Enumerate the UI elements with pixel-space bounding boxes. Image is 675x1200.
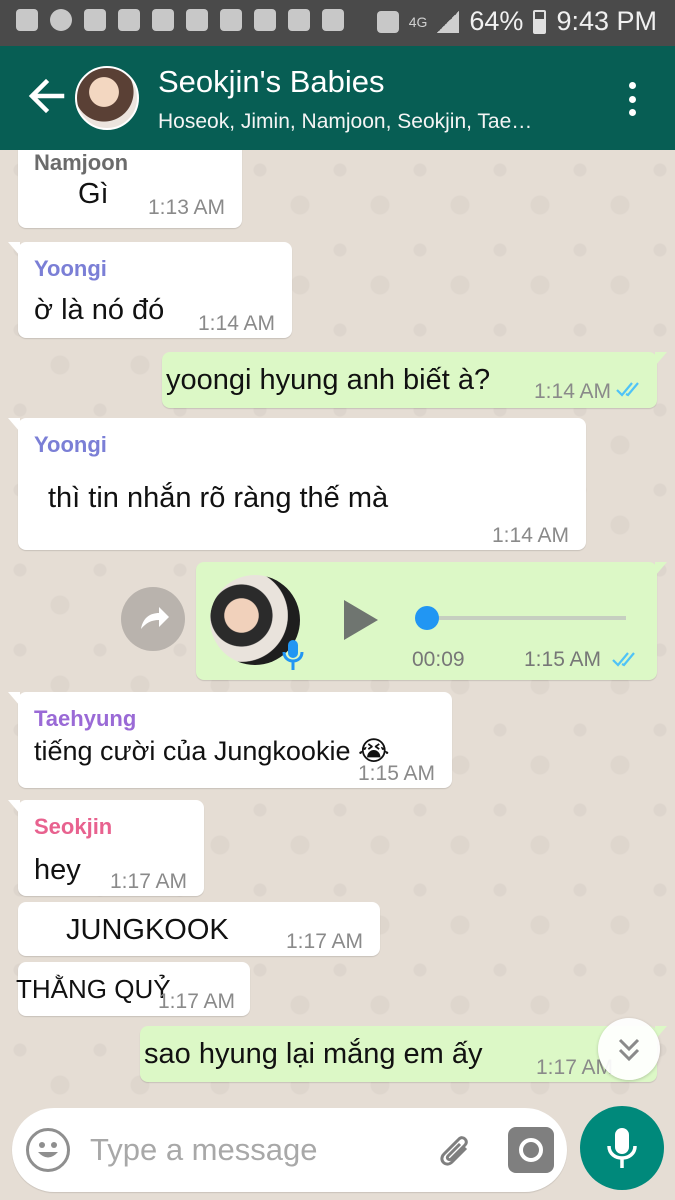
notification-icons [16,9,344,31]
network-type: 4G [408,13,428,30]
message-input[interactable]: Type a message [12,1108,567,1192]
sender-name: Seokjin [34,814,113,839]
chat-icon [16,9,38,31]
twitter-icon [254,9,276,31]
message-time: 1:15 AM [358,762,436,785]
message-time: 1:14 AM [534,380,612,403]
back-arrow-icon[interactable] [26,76,66,116]
microphone-icon [282,640,304,670]
message-text: tiếng cười của Jungkookie 😭 [34,736,390,766]
group-title[interactable]: Seokjin's Babies [158,64,385,100]
voice-message-bubble[interactable]: 00:09 1:15 AM [196,562,667,680]
message-text: hey [34,854,81,886]
message-text: sao hyung lại mắng em ấy [144,1038,483,1070]
gallery-icon [186,9,208,31]
sender-name: Yoongi [34,432,107,457]
battery-percent: 64% [469,6,524,36]
facebook-icon [84,9,106,31]
facebook-icon [118,9,140,31]
message-bubble-outgoing[interactable]: sao hyung lại mắng em ấy 1:17 AM [140,1026,667,1082]
message-bubble-incoming[interactable]: Namjoon Gì 1:13 AM [18,150,242,228]
message-text: ờ là nó đó [34,294,165,326]
message-time: 1:17 AM [286,930,364,953]
status-bar: 4G 64% 9:43 PM [0,0,675,46]
message-text: THẰNG QUỶ [16,974,171,1004]
voice-record-button[interactable] [580,1106,664,1190]
signal-icon [437,10,460,33]
microphone-icon [607,1128,637,1168]
message-bubble-outgoing[interactable]: yoongi hyung anh biết à? 1:14 AM [162,352,667,408]
camera-icon[interactable] [508,1127,554,1173]
twitter-icon [322,9,344,31]
share-arrow-icon [141,607,169,629]
message-bubble-incoming[interactable]: Yoongi ờ là nó đó 1:14 AM [8,242,292,338]
forward-button[interactable] [121,587,185,651]
twitter-icon [220,9,242,31]
message-bubble-incoming[interactable]: Yoongi thì tin nhắn rõ ràng thế mà 1:14 … [8,418,586,550]
more-options-icon[interactable] [629,82,637,116]
message-text: JUNGKOOK [66,914,229,946]
read-receipt-icon [616,382,639,397]
sender-name: Namjoon [34,150,129,175]
emoji-icon[interactable] [26,1128,70,1172]
smiley-face [38,1142,58,1158]
read-receipt-icon [612,652,635,667]
double-chevron-down-icon [618,1038,640,1062]
attach-icon[interactable] [432,1128,476,1172]
message-bubble-incoming[interactable]: Seokjin hey 1:17 AM [8,800,204,896]
spotify-icon [50,9,72,31]
group-members[interactable]: Hoseok, Jimin, Namjoon, Seokjin, Tae… [158,110,588,134]
message-list[interactable]: Namjoon Gì 1:13 AM Yoongi ờ là nó đó 1:1… [0,150,675,1102]
screen-icon [288,9,310,31]
message-time: 1:13 AM [148,196,226,219]
chat-header: Seokjin's Babies Hoseok, Jimin, Namjoon,… [0,46,675,150]
sender-name: Yoongi [34,256,107,281]
audio-duration: 00:09 [412,648,465,671]
clock: 9:43 PM [556,6,657,36]
message-text: yoongi hyung anh biết à? [166,364,491,396]
audio-seek-handle[interactable] [415,606,439,630]
battery-icon [533,9,547,34]
message-bubble-incoming[interactable]: Taehyung tiếng cười của Jungkookie 😭 1:1… [8,692,452,788]
play-button[interactable] [344,600,378,640]
message-bubble-incoming[interactable]: JUNGKOOK 1:17 AM [18,902,380,956]
scroll-to-bottom-button[interactable] [598,1018,660,1080]
audio-progress-track[interactable] [426,616,626,620]
message-text: thì tin nhắn rõ ràng thế mà [48,482,389,514]
compose-bar: Type a message [0,1102,675,1200]
mute-icon [376,10,399,33]
message-placeholder: Type a message [90,1132,318,1167]
message-text: Gì [78,178,109,210]
sender-name: Taehyung [34,706,137,731]
message-bubble-incoming[interactable]: THẰNG QUỶ 1:17 AM [16,962,250,1016]
message-time: 1:17 AM [158,990,236,1013]
message-time: 1:17 AM [110,870,188,893]
group-avatar[interactable] [75,66,139,130]
twitter-icon [152,9,174,31]
message-time: 1:14 AM [492,524,570,547]
message-time: 1:15 AM [524,648,602,671]
message-time: 1:14 AM [198,312,276,335]
